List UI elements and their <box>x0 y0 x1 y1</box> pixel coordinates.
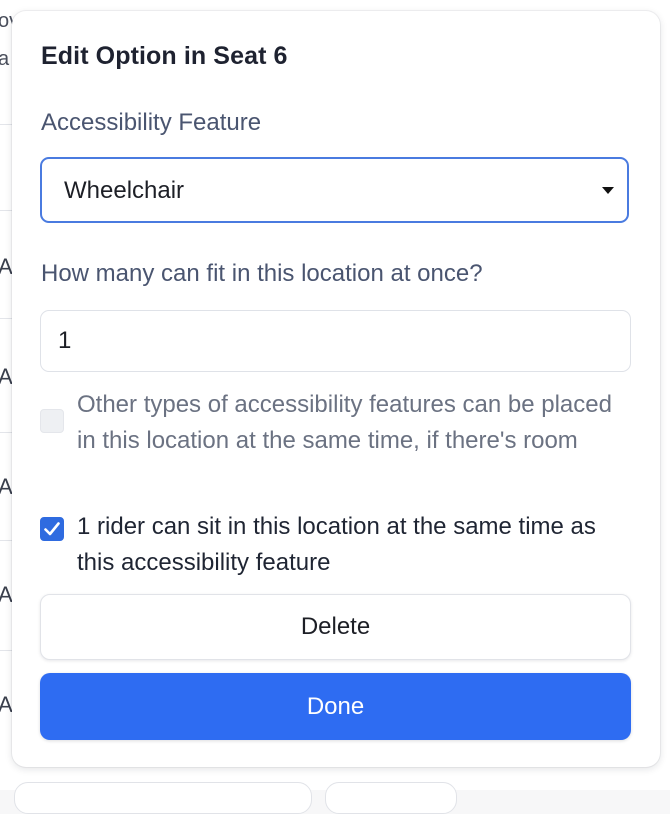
background-pill <box>14 782 312 814</box>
background-row-letter: A <box>0 692 13 717</box>
other-types-checkbox[interactable] <box>40 409 64 433</box>
select-value: Wheelchair <box>64 177 185 204</box>
capacity-input[interactable]: 1 <box>40 310 631 372</box>
accessibility-feature-select[interactable]: Wheelchair <box>40 157 629 223</box>
delete-button[interactable]: Delete <box>40 594 631 660</box>
capacity-label: How many can fit in this location at onc… <box>41 260 483 287</box>
background-row-letter: A <box>0 474 13 499</box>
rider-checkbox[interactable] <box>40 517 64 541</box>
rider-label: 1 rider can sit in this location at the … <box>77 513 596 576</box>
background-row-letter: A <box>0 254 13 279</box>
done-button[interactable]: Done <box>40 673 631 740</box>
checkmark-icon <box>44 522 60 536</box>
capacity-input-value: 1 <box>58 327 72 354</box>
caret-down-icon <box>602 187 614 194</box>
background-partial-text: a <box>0 48 10 70</box>
accessibility-feature-label: Accessibility Feature <box>41 109 262 136</box>
edit-option-modal: Edit Option in Seat 6 Accessibility Feat… <box>12 11 660 767</box>
background-pill <box>325 782 457 814</box>
modal-title: Edit Option in Seat 6 <box>41 42 288 70</box>
background-row-letter: A <box>0 364 13 389</box>
other-types-label: Other types of accessibility features ca… <box>77 391 612 454</box>
background-row-letter: A <box>0 582 13 607</box>
